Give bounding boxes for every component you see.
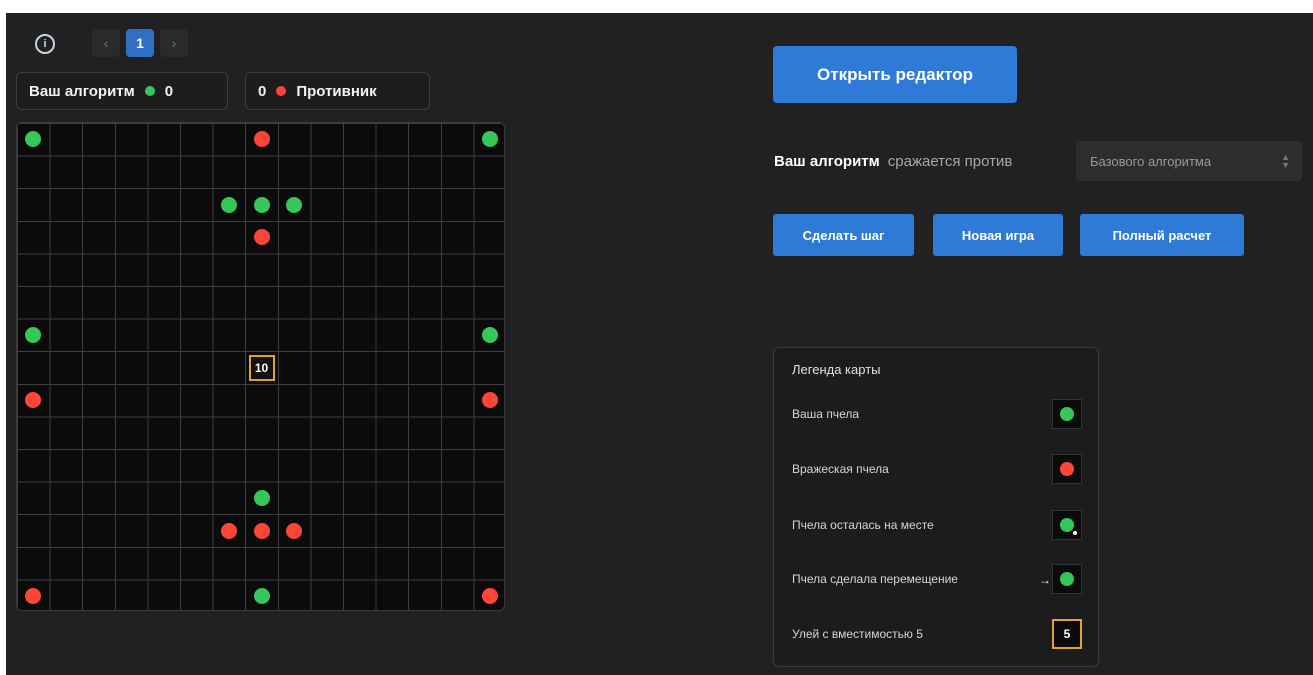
red-bee: [481, 587, 498, 604]
red-bee: [481, 392, 498, 409]
legend-title: Легенда карты: [792, 362, 881, 377]
step-button[interactable]: Сделать шаг: [773, 214, 914, 256]
legend-label: Вражеская пчела: [792, 462, 889, 476]
legend-label: Пчела сделала перемещение: [792, 572, 958, 586]
legend-item-hive: Улей с вместимостью 5 5: [792, 618, 1082, 650]
red-bee: [220, 522, 237, 539]
green-bee: [286, 196, 303, 213]
player-bee-icon: [144, 86, 155, 96]
green-bee: [253, 587, 270, 604]
legend-item-enemy-bee: Вражеская пчела: [792, 453, 1082, 485]
green-bee: [481, 131, 498, 148]
red-bee: [253, 229, 270, 246]
opponent-select[interactable]: Базового алгоритма ▲ ▼: [1076, 141, 1302, 181]
green-bee: [25, 131, 42, 148]
legend-item-moved: Пчела сделала перемещение →: [792, 563, 1082, 595]
new-game-button[interactable]: Новая игра: [933, 214, 1063, 256]
hive: 10: [248, 354, 275, 381]
legend-item-your-bee: Ваша пчела: [792, 398, 1082, 430]
opponent-label: Противник: [296, 82, 377, 100]
green-bee: [25, 326, 42, 343]
red-bee: [253, 522, 270, 539]
prev-page-button[interactable]: ‹: [92, 29, 120, 57]
legend-item-stayed: Пчела осталась на месте: [792, 509, 1082, 541]
bee-stayed-icon: [1052, 510, 1082, 540]
green-bee-icon: [1052, 399, 1082, 429]
legend-label: Ваша пчела: [792, 407, 860, 421]
player-score-card: Ваш алгоритм 0: [16, 72, 228, 110]
select-arrows-icon: ▲ ▼: [1281, 152, 1290, 170]
opponent-score: 0: [258, 82, 267, 100]
opponent-score-card: 0 Противник: [245, 72, 430, 110]
next-page-button[interactable]: ›: [160, 29, 188, 57]
green-bee: [481, 326, 498, 343]
player-label: Ваш алгоритм: [29, 82, 135, 100]
opponent-bee-icon: [276, 86, 287, 96]
red-bee-icon: [1052, 454, 1082, 484]
info-button[interactable]: i: [30, 29, 60, 59]
full-run-button[interactable]: Полный расчет: [1080, 214, 1244, 256]
legend-label: Пчела осталась на месте: [792, 518, 934, 532]
red-bee: [253, 131, 270, 148]
map-legend: Легенда карты Ваша пчела Вражеская пчела…: [773, 347, 1099, 667]
green-bee: [253, 489, 270, 506]
bee-moved-icon: →: [1039, 564, 1082, 594]
green-bee: [220, 196, 237, 213]
matchup-label: Ваш алгоритм сражается против: [774, 141, 1012, 181]
matchup-text: сражается против: [887, 152, 1013, 170]
player-score: 0: [164, 82, 174, 100]
matchup-player: Ваш алгоритм: [774, 152, 880, 170]
info-icon: i: [35, 34, 55, 54]
legend-label: Улей с вместимостью 5: [792, 627, 923, 641]
open-editor-button[interactable]: Открыть редактор: [773, 46, 1017, 103]
pagination: ‹ 1 ›: [92, 29, 188, 57]
red-bee: [25, 587, 42, 604]
hive-icon: 5: [1052, 619, 1082, 649]
red-bee: [286, 522, 303, 539]
page-1-button[interactable]: 1: [126, 29, 154, 57]
game-panel: i ‹ 1 › Ваш алгоритм 0 0 Противник 10 От…: [6, 13, 1313, 675]
green-bee: [253, 196, 270, 213]
red-bee: [25, 392, 42, 409]
opponent-select-value: Базового алгоритма: [1090, 153, 1212, 169]
game-board[interactable]: 10: [16, 122, 505, 611]
